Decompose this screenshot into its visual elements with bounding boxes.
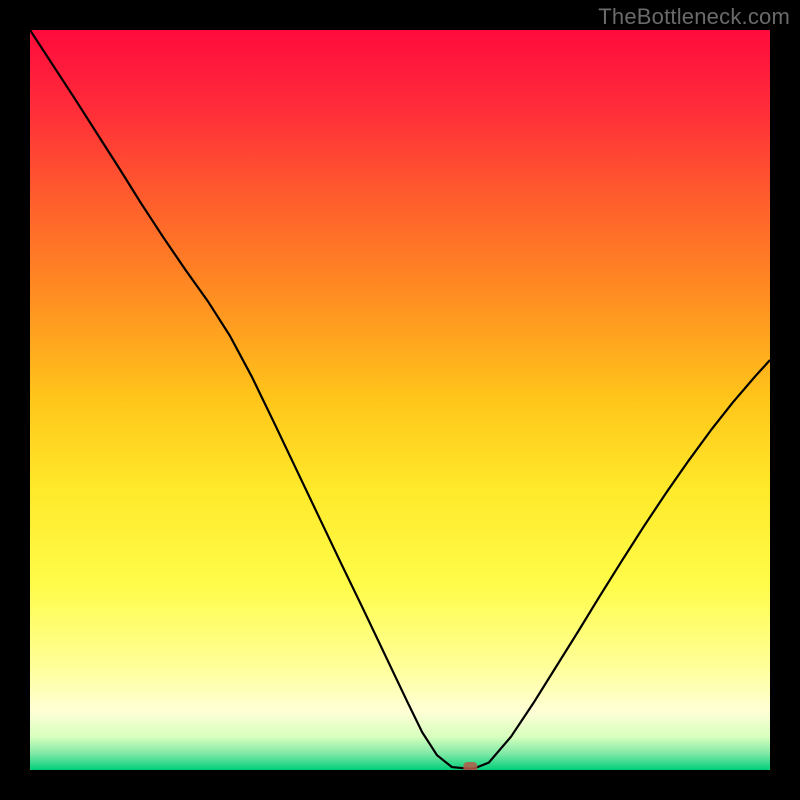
minimum-marker	[463, 762, 477, 770]
plot-svg	[30, 30, 770, 770]
chart-stage: TheBottleneck.com	[0, 0, 800, 800]
plot-area	[30, 30, 770, 770]
watermark-text: TheBottleneck.com	[598, 4, 790, 30]
gradient-background	[30, 30, 770, 770]
